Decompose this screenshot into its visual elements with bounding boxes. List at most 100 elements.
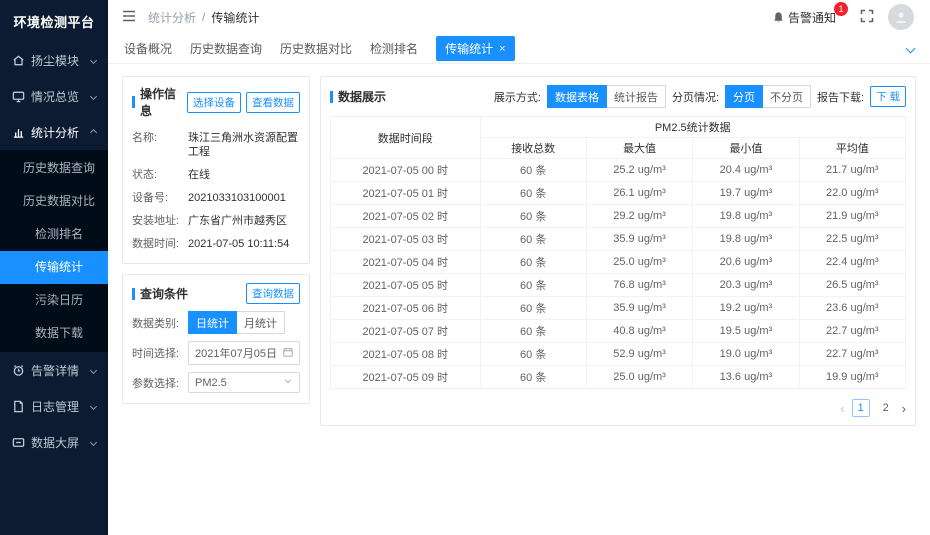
param-select[interactable]: PM2.5 [188, 372, 300, 393]
content: 操作信息 选择设备 查看数据 名称: 珠江三角洲水资源配置工程 状态: 在线 [108, 64, 930, 535]
field-label: 安装地址: [132, 214, 188, 228]
cell-avg: 22.7 ug/m³ [799, 343, 905, 366]
cell-min: 19.7 ug/m³ [693, 182, 799, 205]
cell-count: 60 条 [480, 297, 586, 320]
sidebar-item-pollution-calendar[interactable]: 污染日历 [0, 284, 108, 317]
select-device-button[interactable]: 选择设备 [187, 92, 241, 113]
sidebar-item-ranking[interactable]: 检测排名 [0, 218, 108, 251]
sidebar-item-data-download[interactable]: 数据下载 [0, 317, 108, 350]
daily-stats-button[interactable]: 日统计 [188, 311, 237, 334]
tab-ranking[interactable]: 检测排名 [370, 40, 418, 57]
notification-badge: 1 [834, 2, 848, 16]
tab-history-compare[interactable]: 历史数据对比 [280, 40, 352, 57]
collapse-menu-icon[interactable] [122, 10, 136, 25]
alarm-notification-button[interactable]: 告警通知 1 [772, 9, 836, 26]
paging-on-button[interactable]: 分页 [725, 85, 763, 108]
cell-max: 35.9 ug/m³ [586, 297, 692, 320]
table-row: 2021-07-05 06 时60 条35.9 ug/m³19.2 ug/m³2… [331, 297, 906, 320]
field-label: 名称: [132, 131, 188, 159]
sidebar-item-label: 数据大屏 [31, 434, 85, 451]
calendar-icon [283, 347, 293, 360]
field-value: 珠江三角洲水资源配置工程 [188, 131, 300, 159]
sidebar-item-alarm-details[interactable]: 告警详情 [0, 352, 108, 388]
cell-count: 60 条 [480, 205, 586, 228]
cell-count: 60 条 [480, 343, 586, 366]
col-group-header-pm25: PM2.5统计数据 [480, 117, 906, 138]
tab-history-query[interactable]: 历史数据查询 [190, 40, 262, 57]
display-controls: 展示方式: 数据表格 统计报告 分页情况: 分页 不分页 报告下载: 下 载 [494, 85, 906, 108]
cell-min: 20.3 ug/m³ [693, 274, 799, 297]
data-display-title: 数据展示 [338, 88, 489, 105]
sidebar-submenu-statistics: 历史数据查询 历史数据对比 检测排名 传输统计 污染日历 数据下载 [0, 150, 108, 352]
chevron-down-icon [90, 366, 97, 373]
col-header-period: 数据时间段 [331, 117, 481, 159]
paging-off-button[interactable]: 不分页 [763, 85, 811, 108]
param-select-row: 参数选择: PM2.5 [132, 372, 300, 393]
tab-device-overview[interactable]: 设备概况 [124, 40, 172, 57]
time-select-label: 时间选择: [132, 345, 188, 361]
cell-count: 60 条 [480, 182, 586, 205]
display-mode-label: 展示方式: [494, 89, 541, 105]
avatar[interactable] [888, 4, 914, 30]
tabbar: 设备概况 历史数据查询 历史数据对比 检测排名 传输统计 × [108, 34, 930, 64]
fullscreen-icon[interactable] [860, 9, 874, 26]
field-value: 2021-07-05 10:11:54 [188, 237, 289, 251]
log-icon [12, 400, 25, 413]
title-marker [132, 96, 135, 108]
table-row: 2021-07-05 07 时60 条40.8 ug/m³19.5 ug/m³2… [331, 320, 906, 343]
sidebar-item-label: 情况总览 [31, 88, 85, 105]
page-button-2[interactable]: 2 [877, 399, 895, 417]
title-marker [330, 91, 333, 103]
cell-min: 13.6 ug/m³ [693, 366, 799, 389]
sidebar: 环境检测平台 扬尘模块 情况总览 统计分析 历史数据查询 历史数据对比 [0, 0, 108, 535]
cell-avg: 22.4 ug/m³ [799, 251, 905, 274]
table-row: 2021-07-05 04 时60 条25.0 ug/m³20.6 ug/m³2… [331, 251, 906, 274]
stats-report-mode-button[interactable]: 统计报告 [607, 85, 666, 108]
cell-period: 2021-07-05 06 时 [331, 297, 481, 320]
cell-avg: 23.6 ug/m³ [799, 297, 905, 320]
close-icon[interactable]: × [499, 43, 505, 55]
sidebar-item-dust-module[interactable]: 扬尘模块 [0, 42, 108, 78]
time-select-row: 时间选择: 2021年07月05日 [132, 341, 300, 365]
monthly-stats-button[interactable]: 月统计 [237, 311, 285, 334]
sidebar-item-history-query[interactable]: 历史数据查询 [0, 152, 108, 185]
cell-period: 2021-07-05 01 时 [331, 182, 481, 205]
chevron-down-icon [283, 376, 293, 389]
query-data-button[interactable]: 查询数据 [246, 283, 300, 304]
sidebar-item-statistics[interactable]: 统计分析 [0, 114, 108, 150]
breadcrumb: 统计分析 / 传输统计 [148, 9, 259, 26]
sidebar-item-transmission-stats[interactable]: 传输统计 [0, 251, 108, 284]
sidebar-item-overview[interactable]: 情况总览 [0, 78, 108, 114]
breadcrumb-parent[interactable]: 统计分析 [148, 9, 196, 26]
data-display-panel: 数据展示 展示方式: 数据表格 统计报告 分页情况: 分页 不分页 报告下载: [320, 76, 916, 426]
cell-period: 2021-07-05 02 时 [331, 205, 481, 228]
col-header-min: 最小值 [693, 138, 799, 159]
sidebar-item-data-screen[interactable]: 数据大屏 [0, 424, 108, 460]
sidebar-item-log-management[interactable]: 日志管理 [0, 388, 108, 424]
date-picker-input[interactable]: 2021年07月05日 [188, 341, 300, 365]
tab-actions-chevron-down-icon[interactable] [906, 44, 916, 54]
field-label: 设备号: [132, 191, 188, 205]
next-page-icon[interactable]: › [902, 402, 906, 415]
field-value: 2021033103100001 [188, 191, 286, 205]
query-conditions-panel: 查询条件 查询数据 数据类别: 日统计 月统计 时间选择: 2021年07月0 [122, 274, 310, 404]
tab-transmission-stats[interactable]: 传输统计 × [436, 36, 514, 61]
sidebar-item-history-compare[interactable]: 历史数据对比 [0, 185, 108, 218]
prev-page-icon[interactable]: ‹ [840, 402, 844, 415]
info-row-address: 安装地址: 广东省广州市越秀区 [132, 209, 300, 232]
cell-min: 19.0 ug/m³ [693, 343, 799, 366]
view-data-button[interactable]: 查看数据 [246, 92, 300, 113]
cell-min: 20.4 ug/m³ [693, 159, 799, 182]
title-marker [132, 288, 135, 300]
download-button[interactable]: 下 载 [870, 86, 906, 107]
info-row-device-id: 设备号: 2021033103100001 [132, 186, 300, 209]
table-row: 2021-07-05 08 时60 条52.9 ug/m³19.0 ug/m³2… [331, 343, 906, 366]
data-table-mode-button[interactable]: 数据表格 [547, 85, 607, 108]
display-mode-toggle: 数据表格 统计报告 [547, 85, 666, 108]
query-conditions-header: 查询条件 查询数据 [132, 283, 300, 304]
cell-min: 19.8 ug/m³ [693, 228, 799, 251]
col-header-count: 接收总数 [480, 138, 586, 159]
cell-avg: 21.9 ug/m³ [799, 205, 905, 228]
page-button-1[interactable]: 1 [852, 399, 870, 417]
cell-period: 2021-07-05 00 时 [331, 159, 481, 182]
